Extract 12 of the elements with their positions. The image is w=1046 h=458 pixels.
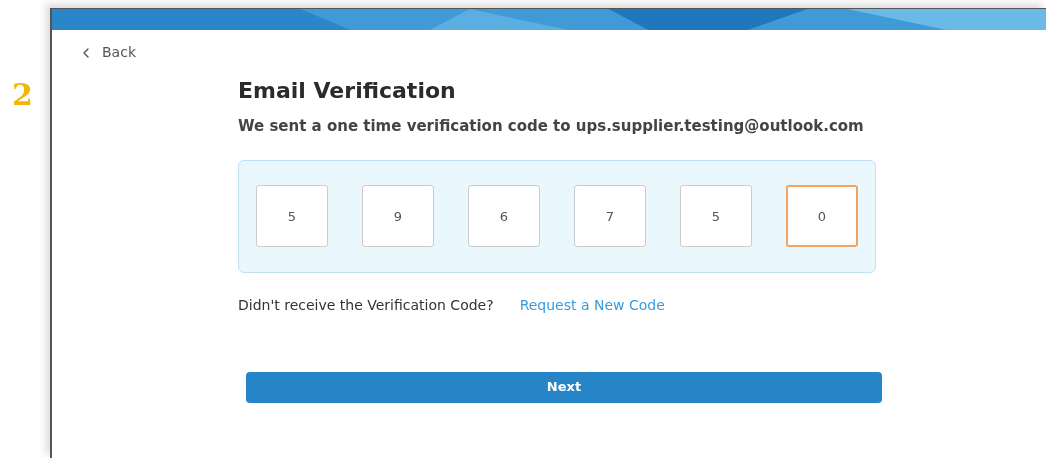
digit-field[interactable]: 9 — [362, 185, 434, 247]
digit-field[interactable]: 0 — [786, 185, 858, 247]
resend-prompt: Didn't receive the Verification Code? — [238, 295, 494, 315]
back-link[interactable]: Back — [78, 42, 136, 63]
digit-field[interactable]: 5 — [256, 185, 328, 247]
subtitle: We sent a one time verification code to ups.supplier.testing@outlook.com — [238, 116, 865, 137]
digit-field[interactable]: 7 — [574, 185, 646, 247]
digit-field[interactable]: 5 — [680, 185, 752, 247]
digit-field[interactable]: 6 — [468, 185, 540, 247]
step-number: 2 — [12, 77, 33, 112]
page-title: Email Verification — [238, 77, 457, 105]
next-button[interactable]: Next — [246, 371, 882, 403]
